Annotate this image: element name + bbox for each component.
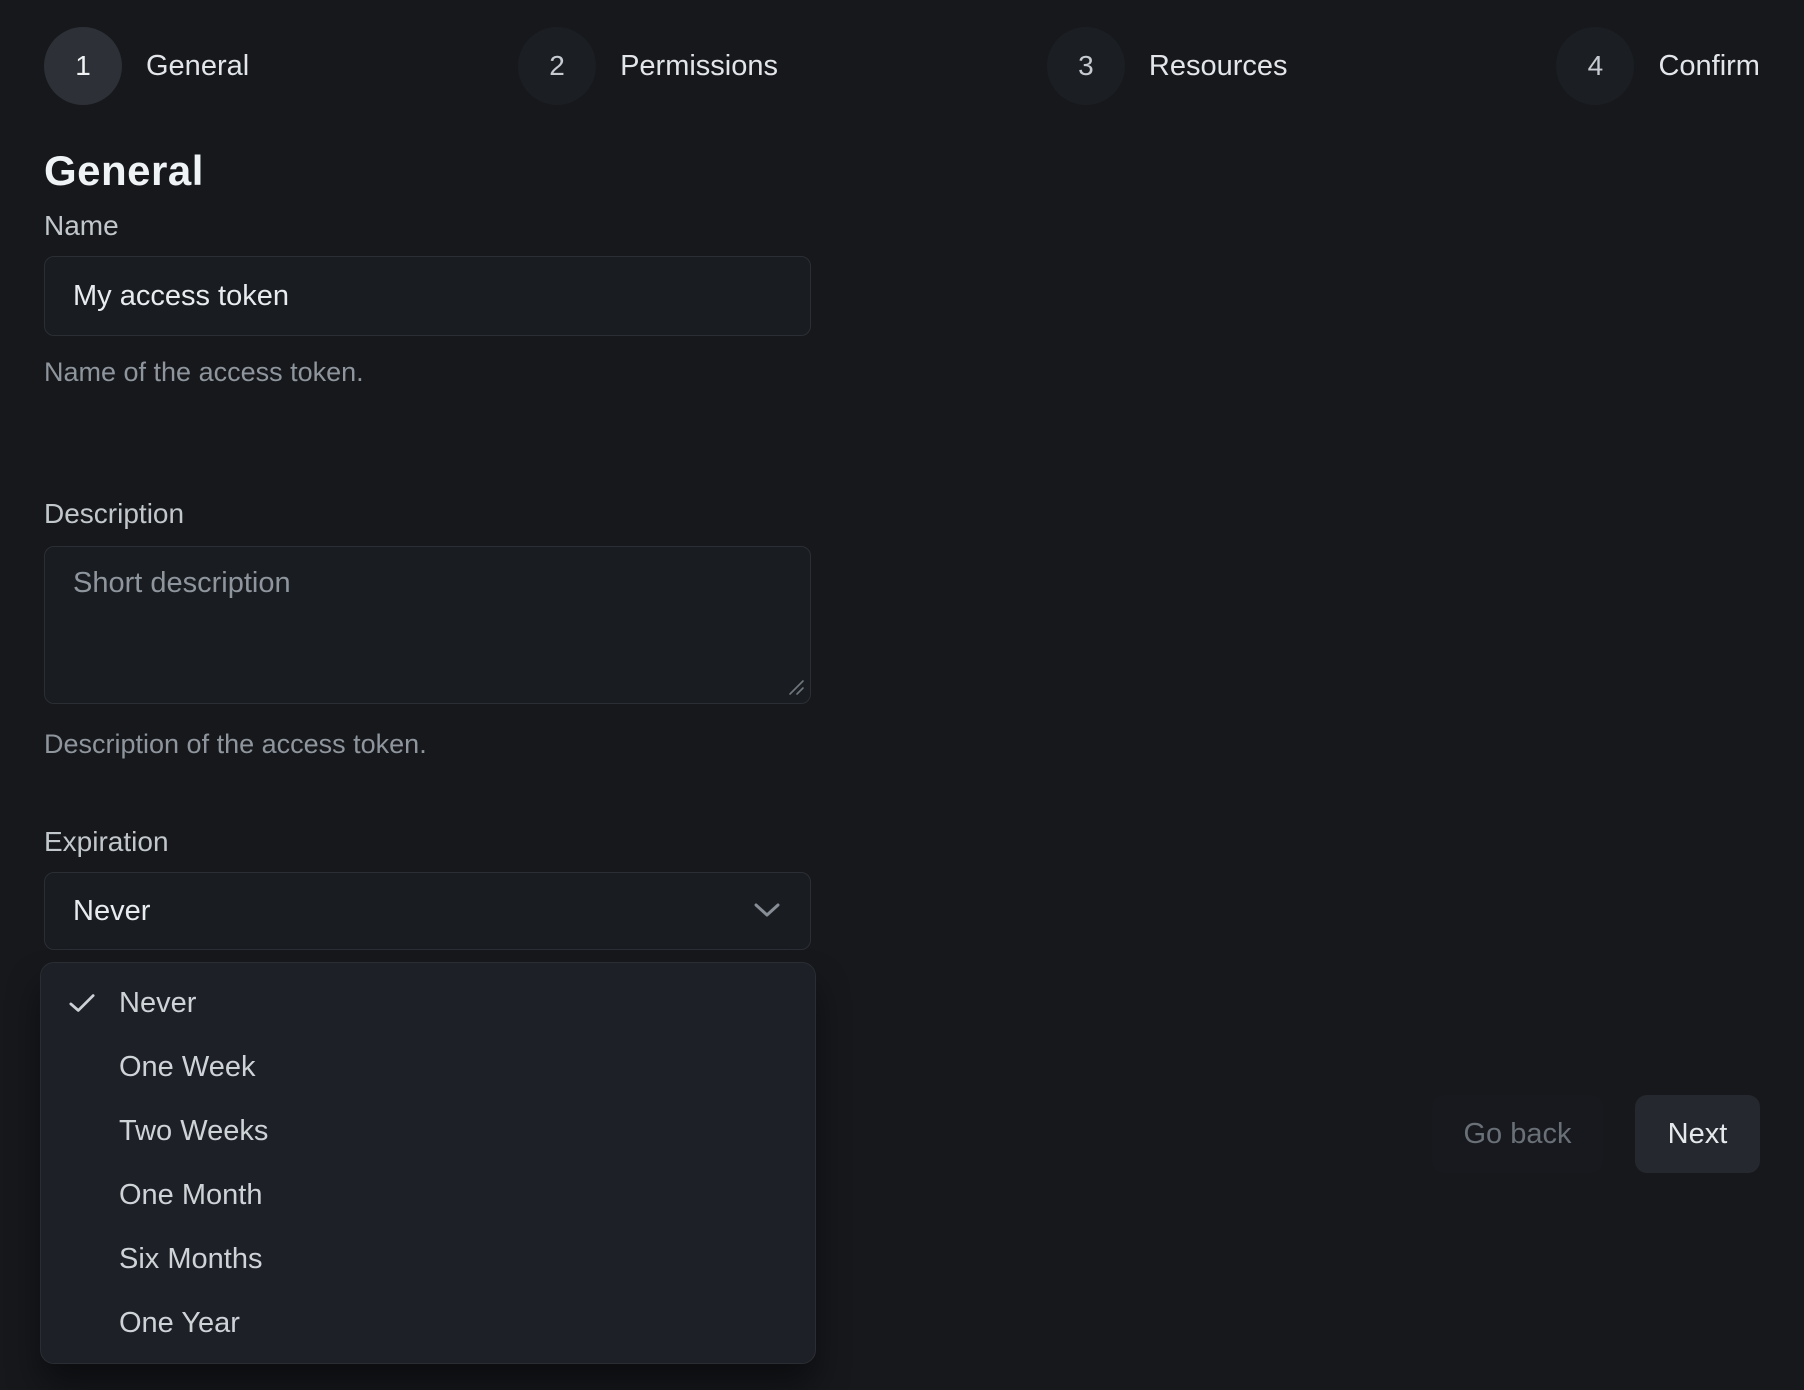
step-number-badge: 1 <box>44 27 122 105</box>
check-icon <box>69 992 95 1014</box>
expiration-selected-value: Never <box>73 895 150 928</box>
option-two-weeks[interactable]: Two Weeks <box>41 1099 815 1163</box>
step-permissions[interactable]: 2 Permissions <box>518 27 778 105</box>
option-one-year[interactable]: One Year <box>41 1291 815 1355</box>
option-label: One Month <box>119 1179 262 1212</box>
description-hint: Description of the access token. <box>44 728 860 760</box>
chevron-down-icon <box>754 903 780 919</box>
step-number-badge: 3 <box>1047 27 1125 105</box>
wizard-footer: Go back Next <box>1432 1095 1760 1173</box>
step-number-badge: 2 <box>518 27 596 105</box>
name-input[interactable] <box>44 256 811 336</box>
step-resources[interactable]: 3 Resources <box>1047 27 1288 105</box>
step-confirm[interactable]: 4 Confirm <box>1556 27 1760 105</box>
general-step-form: General Name Name of the access token. D… <box>0 148 860 1364</box>
expiration-label: Expiration <box>44 826 860 858</box>
description-textarea-wrap <box>44 546 811 704</box>
wizard-stepper: 1 General 2 Permissions 3 Resources 4 Co… <box>0 0 1804 105</box>
option-six-months[interactable]: Six Months <box>41 1227 815 1291</box>
step-general[interactable]: 1 General <box>44 27 249 105</box>
step-label: Permissions <box>620 50 778 83</box>
expiration-dropdown: Never One Week Two Weeks One Month Six M… <box>40 962 816 1364</box>
option-one-week[interactable]: One Week <box>41 1035 815 1099</box>
option-label: One Week <box>119 1051 255 1084</box>
step-label: General <box>146 50 249 83</box>
description-textarea[interactable] <box>44 546 811 704</box>
description-label: Description <box>44 498 860 530</box>
page-title: General <box>44 148 860 194</box>
step-label: Confirm <box>1658 50 1760 83</box>
option-label: Never <box>119 987 196 1020</box>
option-one-month[interactable]: One Month <box>41 1163 815 1227</box>
go-back-button[interactable]: Go back <box>1432 1095 1603 1173</box>
expiration-select[interactable]: Never <box>44 872 811 950</box>
option-label: One Year <box>119 1307 240 1340</box>
name-label: Name <box>44 210 860 242</box>
name-hint: Name of the access token. <box>44 356 860 388</box>
option-never[interactable]: Never <box>41 971 815 1035</box>
resize-grip-icon[interactable] <box>788 679 805 696</box>
step-label: Resources <box>1149 50 1288 83</box>
option-label: Two Weeks <box>119 1115 268 1148</box>
next-button[interactable]: Next <box>1635 1095 1760 1173</box>
step-number-badge: 4 <box>1556 27 1634 105</box>
option-label: Six Months <box>119 1243 262 1276</box>
